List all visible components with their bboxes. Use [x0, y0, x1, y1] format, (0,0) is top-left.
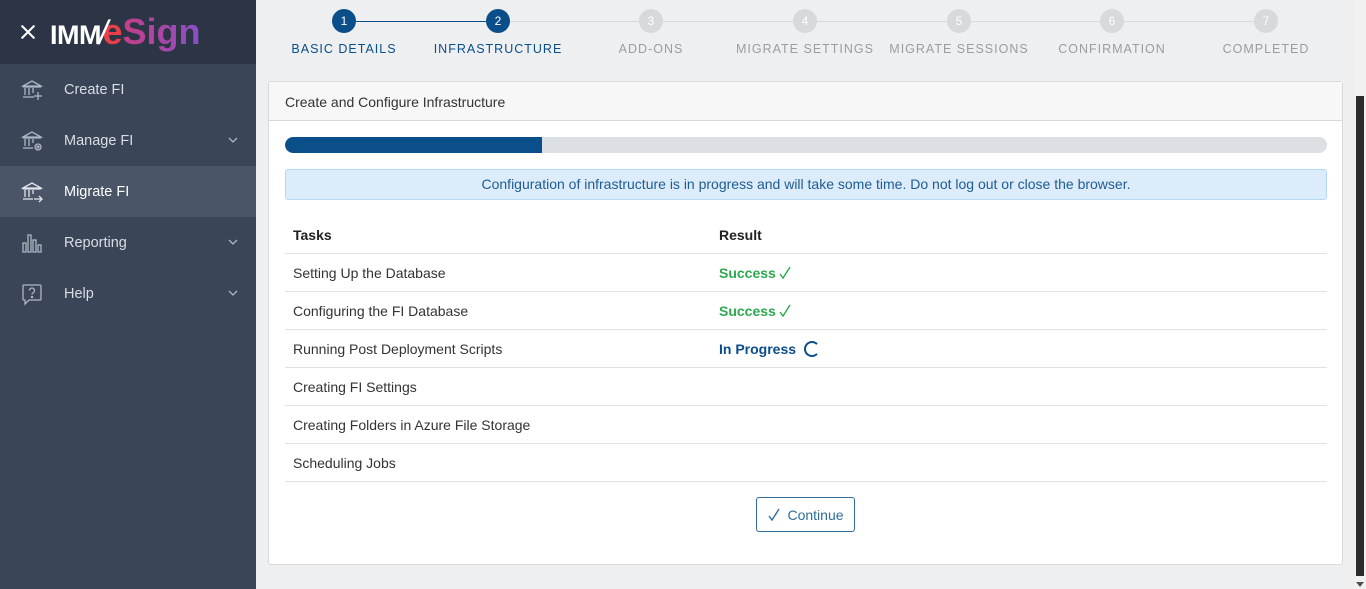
sidebar-item-label: Help — [64, 285, 94, 302]
progress-bar-fill — [285, 137, 543, 153]
tasks-table: Tasks Result Setting Up the Database Suc… — [285, 216, 1327, 482]
checkmark-icon — [768, 508, 781, 521]
step-label: INFRASTRUCTURE — [433, 42, 563, 56]
chevron-down-icon — [228, 290, 238, 296]
task-name: Running Post Deployment Scripts — [293, 340, 503, 357]
step-number: 7 — [1254, 9, 1278, 33]
step-connector — [663, 21, 793, 22]
logo-imm-text: IMM — [50, 20, 101, 50]
bank-gear-icon — [20, 129, 44, 153]
result-text: In Progress — [719, 340, 797, 357]
table-row: Setting Up the Database Success — [285, 254, 1327, 292]
table-row: Running Post Deployment Scripts In Progr… — [285, 330, 1327, 368]
step-basic-details[interactable]: 1 BASIC DETAILS — [264, 9, 424, 56]
result-status: Success — [719, 303, 792, 319]
sidebar-item-manage-fi[interactable]: Manage FI — [0, 115, 256, 166]
sidebar-item-label: Migrate FI — [64, 183, 130, 200]
task-name: Scheduling Jobs — [293, 454, 396, 471]
continue-button[interactable]: Continue — [756, 497, 855, 532]
continue-label: Continue — [787, 506, 844, 523]
step-number: 5 — [947, 9, 971, 33]
task-name: Configuring the FI Database — [293, 302, 469, 319]
sidebar-item-label: Manage FI — [64, 132, 134, 149]
step-number: 2 — [486, 9, 510, 33]
table-row: Configuring the FI Database Success — [285, 292, 1327, 330]
step-number: 3 — [639, 9, 663, 33]
task-name: Setting Up the Database — [293, 264, 446, 281]
step-label: COMPLETED — [1222, 42, 1310, 56]
sidebar-item-label: Create FI — [64, 81, 125, 98]
bank-plus-icon — [20, 78, 44, 102]
table-row: Creating Folders in Azure File Storage — [285, 406, 1327, 444]
scroll-down-arrow-icon[interactable] — [1356, 582, 1364, 587]
step-infrastructure[interactable]: 2 INFRASTRUCTURE — [418, 9, 578, 56]
sidebar-item-migrate-fi[interactable]: Migrate FI — [0, 166, 256, 217]
logo-sign-text: Sign — [122, 11, 201, 52]
step-migrate-settings[interactable]: 4 MIGRATE SETTINGS — [725, 9, 885, 56]
step-label: CONFIRMATION — [1058, 42, 1166, 56]
checkmark-icon — [779, 266, 791, 279]
table-header-row: Tasks Result — [285, 216, 1327, 254]
task-name: Creating Folders in Azure File Storage — [293, 416, 531, 433]
header-tasks: Tasks — [293, 226, 332, 243]
step-connector — [510, 21, 639, 22]
step-number: 1 — [332, 9, 356, 33]
bar-chart-icon — [20, 231, 44, 255]
result-status: In Progress — [719, 340, 821, 357]
chevron-down-icon — [228, 239, 238, 245]
step-label: MIGRATE SESSIONS — [889, 42, 1029, 56]
close-icon[interactable] — [18, 22, 38, 42]
result-text: Success — [719, 302, 776, 319]
sidebar-item-create-fi[interactable]: Create FI — [0, 64, 256, 115]
spinner-icon — [804, 340, 821, 357]
step-connector — [356, 21, 486, 22]
checkmark-icon — [779, 304, 791, 317]
table-row: Scheduling Jobs — [285, 444, 1327, 482]
wizard-stepper: 1 BASIC DETAILS 2 INFRASTRUCTURE 3 ADD-O… — [256, 0, 1354, 80]
step-confirmation[interactable]: 6 CONFIRMATION — [1032, 9, 1192, 56]
info-alert: Configuration of infrastructure is in pr… — [285, 169, 1327, 200]
help-icon — [20, 282, 44, 306]
main-content: 1 BASIC DETAILS 2 INFRASTRUCTURE 3 ADD-O… — [256, 0, 1354, 589]
sidebar-item-help[interactable]: Help — [0, 268, 256, 319]
result-text: Success — [719, 264, 776, 281]
step-completed[interactable]: 7 COMPLETED — [1186, 9, 1346, 56]
result-status: Success — [719, 265, 792, 281]
step-migrate-sessions[interactable]: 5 MIGRATE SESSIONS — [879, 9, 1039, 56]
bank-arrow-icon — [20, 180, 44, 204]
step-label: ADD-ONS — [618, 42, 684, 56]
sidebar-item-label: Reporting — [64, 234, 127, 251]
step-number: 4 — [793, 9, 817, 33]
page-scrollbar[interactable] — [1354, 0, 1366, 589]
step-number: 6 — [1100, 9, 1124, 33]
chevron-down-icon — [228, 137, 238, 143]
step-connector — [817, 21, 947, 22]
infrastructure-card: Create and Configure Infrastructure Conf… — [268, 81, 1343, 565]
card-title: Create and Configure Infrastructure — [269, 82, 1342, 121]
step-connector — [971, 21, 1100, 22]
sidebar-header: IMM / e Sign — [0, 0, 256, 64]
step-add-ons[interactable]: 3 ADD-ONS — [571, 9, 731, 56]
task-name: Creating FI Settings — [293, 378, 417, 395]
app-logo: IMM / e Sign — [50, 11, 200, 53]
step-label: BASIC DETAILS — [291, 42, 397, 56]
header-result: Result — [719, 226, 762, 243]
sidebar-item-reporting[interactable]: Reporting — [0, 217, 256, 268]
step-connector — [1124, 21, 1254, 22]
sidebar: IMM / e Sign Create FI Manage FI Migrate… — [0, 0, 256, 589]
progress-bar — [285, 137, 1327, 153]
step-label: MIGRATE SETTINGS — [736, 42, 874, 56]
scrollbar-thumb[interactable] — [1356, 96, 1364, 576]
table-row: Creating FI Settings — [285, 368, 1327, 406]
